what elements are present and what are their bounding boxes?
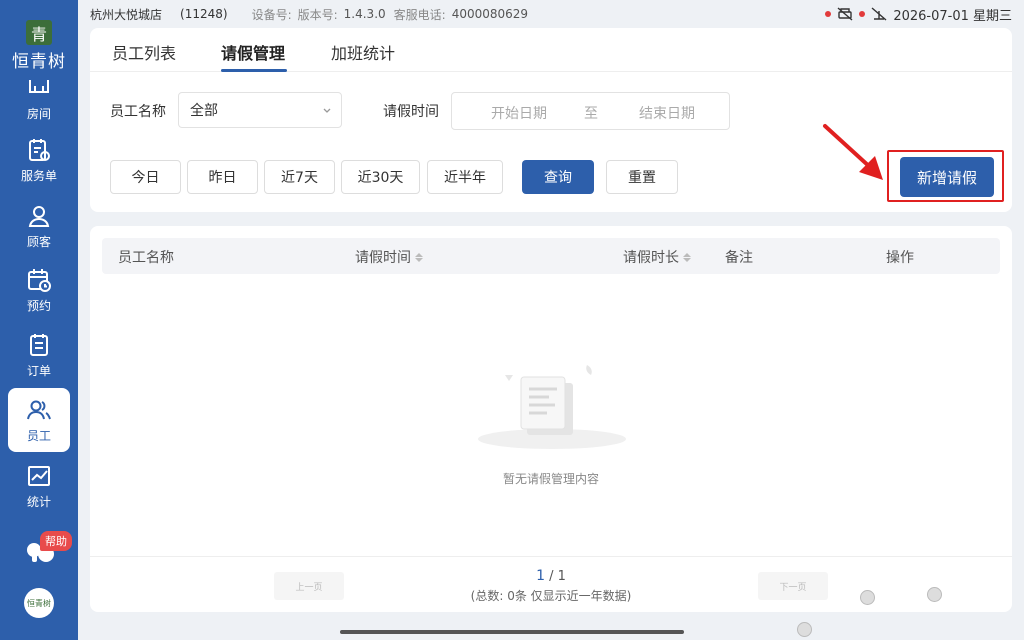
quick-30days-button[interactable]: 近30天 (341, 160, 420, 194)
quick-yesterday-button[interactable]: 昨日 (187, 160, 258, 194)
staff-icon (27, 400, 51, 420)
page-indicator: 1 / 1 (536, 568, 566, 584)
leave-table-card: 员工名称 请假时间 请假时长 备注 操作 暂无请假管理内容 上一页 1 / 1 … (90, 226, 1012, 612)
phone-label: 客服电话: (393, 7, 446, 22)
sidebar-item-appointment[interactable]: 预约 (8, 258, 70, 322)
active-tab-underline (221, 69, 287, 72)
avatar-logo-text: 恒青树 (27, 598, 51, 608)
version-value: 1.4.3.0 (343, 7, 386, 21)
sidebar-item-label: 统计 (26, 495, 51, 509)
sidebar-item-label: 顾客 (26, 235, 51, 249)
datetime: 2026-07-01 星期三 (893, 8, 1012, 24)
date-range-separator: 至 (584, 106, 598, 122)
version-label: 版本号: (297, 7, 338, 22)
employee-select-value: 全部 (190, 103, 218, 119)
device-label: 设备号: (251, 7, 292, 22)
alert-dot-icon (825, 11, 832, 17)
leave-time-label: 请假时间 (383, 104, 439, 120)
order-icon (30, 334, 48, 356)
col-leave-duration[interactable]: 请假时长 (623, 247, 691, 267)
help-badge[interactable]: 帮助 (40, 531, 72, 551)
phone-value: 4000080629 (451, 7, 529, 21)
sidebar-item-staff[interactable]: 员工 (8, 388, 70, 452)
next-page-button[interactable]: 下一页 (758, 572, 828, 600)
employee-filter-label: 员工名称 (110, 104, 166, 120)
table-header: 员工名称 请假时间 请假时长 备注 操作 (102, 238, 1000, 274)
end-date-input[interactable]: 结束日期 (639, 103, 695, 123)
sidebar-item-label: 房间 (26, 107, 51, 121)
employee-select[interactable]: 全部 (178, 92, 342, 128)
pager-divider (90, 556, 1012, 557)
tab-bar: 员工列表 请假管理 加班统计 (90, 28, 1012, 72)
sidebar-item-label: 预约 (26, 299, 51, 313)
sidebar-item-service-order[interactable]: 服务单 (8, 128, 70, 192)
room-icon (29, 80, 49, 93)
printer-off-icon (837, 7, 853, 21)
tab-staff-list[interactable]: 员工列表 (112, 40, 176, 64)
query-button[interactable]: 查询 (522, 160, 594, 194)
tab-overtime-stats[interactable]: 加班统计 (331, 40, 395, 64)
home-indicator[interactable] (340, 630, 684, 634)
tab-leave-management[interactable]: 请假管理 (221, 40, 285, 64)
sidebar-item-stats[interactable]: 统计 (8, 454, 70, 518)
store-avatar[interactable]: 恒青树 (24, 588, 54, 618)
floating-assistive-dot[interactable] (860, 590, 875, 605)
quick-7days-button[interactable]: 近7天 (264, 160, 335, 194)
start-date-input[interactable]: 开始日期 (491, 103, 547, 123)
sidebar-item-customer[interactable]: 顾客 (8, 194, 70, 258)
app-logo: 青 恒青树 (0, 0, 78, 72)
quick-today-button[interactable]: 今日 (110, 160, 181, 194)
col-actions: 操作 (886, 250, 914, 266)
col-employee-name: 员工名称 (118, 250, 174, 266)
sidebar-item-label: 订单 (26, 364, 51, 378)
status-right: 2026-07-01 星期三 (825, 0, 1012, 28)
logo-mark: 青 (26, 20, 52, 45)
sidebar-item-room[interactable]: 房间 (8, 72, 70, 124)
network-off-icon (871, 7, 887, 21)
empty-state-text: 暂无请假管理内容 (502, 472, 599, 486)
logo-text: 恒青树 (12, 52, 66, 72)
sidebar: 青 恒青树 房间 服务单 顾客 预约 订单 员工 统计 帮助 恒青树 (0, 0, 78, 640)
empty-document-icon (478, 365, 626, 449)
col-remark: 备注 (725, 250, 753, 266)
floating-assistive-dot[interactable] (927, 587, 942, 602)
filter-card: 员工列表 请假管理 加班统计 员工名称 全部 请假时间 开始日期 至 结束日期 … (90, 28, 1012, 212)
col-leave-time[interactable]: 请假时间 (355, 247, 423, 267)
sidebar-item-label: 服务单 (20, 169, 57, 183)
reset-button[interactable]: 重置 (606, 160, 678, 194)
alert-dot-icon (859, 11, 866, 17)
customer-icon (28, 206, 50, 227)
calendar-clock-icon (28, 269, 51, 292)
store-code: (11248) (180, 7, 228, 21)
sort-icon[interactable] (415, 252, 423, 262)
sidebar-item-label: 员工 (26, 429, 51, 443)
sort-icon[interactable] (683, 252, 691, 262)
store-name: 杭州大悦城店 (90, 7, 163, 22)
service-order-icon (29, 139, 50, 161)
quick-half-year-button[interactable]: 近半年 (427, 160, 503, 194)
chart-icon (28, 466, 50, 486)
add-leave-button[interactable]: 新增请假 (900, 157, 994, 197)
date-range-picker[interactable]: 开始日期 至 结束日期 (451, 92, 730, 130)
chevron-down-icon (323, 108, 331, 113)
sidebar-item-order[interactable]: 订单 (8, 323, 70, 387)
annotation-arrow-icon (823, 124, 883, 180)
floating-assistive-dot[interactable] (797, 622, 812, 637)
